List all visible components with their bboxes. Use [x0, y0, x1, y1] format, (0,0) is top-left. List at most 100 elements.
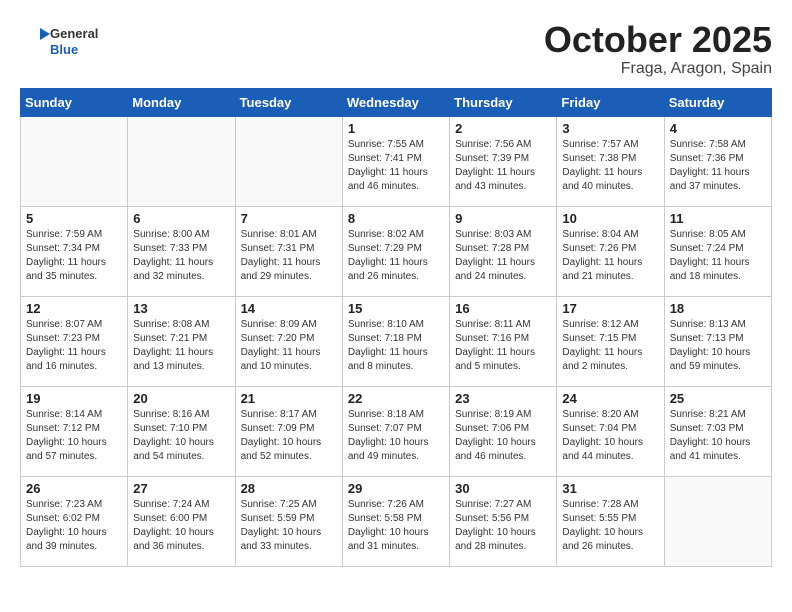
- calendar-table: SundayMondayTuesdayWednesdayThursdayFrid…: [20, 88, 772, 567]
- day-info: Sunrise: 7:59 AM Sunset: 7:34 PM Dayligh…: [26, 228, 122, 284]
- day-number: 17: [562, 301, 658, 316]
- day-number: 12: [26, 301, 122, 316]
- weekday-header: Friday: [557, 88, 664, 116]
- day-info: Sunrise: 7:23 AM Sunset: 6:02 PM Dayligh…: [26, 498, 122, 554]
- day-number: 23: [455, 391, 551, 406]
- calendar-week-row: 5Sunrise: 7:59 AM Sunset: 7:34 PM Daylig…: [21, 206, 772, 296]
- calendar-cell: 10 Sunrise: 8:04 AM Sunset: 7:26 PM Dayli…: [557, 206, 664, 296]
- day-info: Sunrise: 8:11 AM Sunset: 7:16 PM Dayligh…: [455, 318, 551, 374]
- title-block: October 2025 Fraga, Aragon, Spain: [544, 20, 772, 78]
- day-number: 30: [455, 481, 551, 496]
- day-number: 22: [348, 391, 444, 406]
- day-info: Sunrise: 8:03 AM Sunset: 7:28 PM Dayligh…: [455, 228, 551, 284]
- day-info: Sunrise: 8:21 AM Sunset: 7:03 PM Dayligh…: [670, 408, 766, 464]
- day-info: Sunrise: 8:19 AM Sunset: 7:06 PM Dayligh…: [455, 408, 551, 464]
- day-info: Sunrise: 8:12 AM Sunset: 7:15 PM Dayligh…: [562, 318, 658, 374]
- calendar-cell: 24 Sunrise: 8:20 AM Sunset: 7:04 PM Dayli…: [557, 386, 664, 476]
- day-info: Sunrise: 8:10 AM Sunset: 7:18 PM Dayligh…: [348, 318, 444, 374]
- calendar-week-row: 12 Sunrise: 8:07 AM Sunset: 7:23 PM Dayli…: [21, 296, 772, 386]
- calendar-cell: 27 Sunrise: 7:24 AM Sunset: 6:00 PM Dayli…: [128, 476, 235, 566]
- day-number: 10: [562, 211, 658, 226]
- day-number: 1: [348, 121, 444, 136]
- calendar-cell: 2 Sunrise: 7:56 AM Sunset: 7:39 PM Daylig…: [450, 116, 557, 206]
- day-info: Sunrise: 8:01 AM Sunset: 7:31 PM Dayligh…: [241, 228, 337, 284]
- calendar-cell: 29 Sunrise: 7:26 AM Sunset: 5:58 PM Dayli…: [342, 476, 449, 566]
- weekday-header: Wednesday: [342, 88, 449, 116]
- calendar-week-row: 1 Sunrise: 7:55 AM Sunset: 7:41 PM Daylig…: [21, 116, 772, 206]
- weekday-header: Tuesday: [235, 88, 342, 116]
- day-info: Sunrise: 8:17 AM Sunset: 7:09 PM Dayligh…: [241, 408, 337, 464]
- day-number: 8: [348, 211, 444, 226]
- day-number: 15: [348, 301, 444, 316]
- day-number: 31: [562, 481, 658, 496]
- calendar-cell: 18Sunrise: 8:13 AM Sunset: 7:13 PM Dayli…: [664, 296, 771, 386]
- day-info: Sunrise: 8:07 AM Sunset: 7:23 PM Dayligh…: [26, 318, 122, 374]
- calendar-cell: 19 Sunrise: 8:14 AM Sunset: 7:12 PM Dayli…: [21, 386, 128, 476]
- day-info: Sunrise: 7:25 AM Sunset: 5:59 PM Dayligh…: [241, 498, 337, 554]
- calendar-cell: 6 Sunrise: 8:00 AM Sunset: 7:33 PM Daylig…: [128, 206, 235, 296]
- day-number: 24: [562, 391, 658, 406]
- day-info: Sunrise: 7:28 AM Sunset: 5:55 PM Dayligh…: [562, 498, 658, 554]
- calendar-cell: 3 Sunrise: 7:57 AM Sunset: 7:38 PM Daylig…: [557, 116, 664, 206]
- calendar-cell: 1 Sunrise: 7:55 AM Sunset: 7:41 PM Daylig…: [342, 116, 449, 206]
- day-number: 9: [455, 211, 551, 226]
- calendar-cell: 25Sunrise: 8:21 AM Sunset: 7:03 PM Dayli…: [664, 386, 771, 476]
- svg-text:Blue: Blue: [50, 42, 78, 57]
- day-info: Sunrise: 7:56 AM Sunset: 7:39 PM Dayligh…: [455, 138, 551, 194]
- calendar-cell: 12 Sunrise: 8:07 AM Sunset: 7:23 PM Dayli…: [21, 296, 128, 386]
- day-info: Sunrise: 7:57 AM Sunset: 7:38 PM Dayligh…: [562, 138, 658, 194]
- calendar-cell: 20 Sunrise: 8:16 AM Sunset: 7:10 PM Dayli…: [128, 386, 235, 476]
- page-header: GeneralBlue October 2025 Fraga, Aragon, …: [20, 20, 772, 78]
- day-info: Sunrise: 8:16 AM Sunset: 7:10 PM Dayligh…: [133, 408, 229, 464]
- day-info: Sunrise: 8:08 AM Sunset: 7:21 PM Dayligh…: [133, 318, 229, 374]
- calendar-cell: 13 Sunrise: 8:08 AM Sunset: 7:21 PM Dayli…: [128, 296, 235, 386]
- calendar-week-row: 19 Sunrise: 8:14 AM Sunset: 7:12 PM Dayli…: [21, 386, 772, 476]
- logo: GeneralBlue: [20, 20, 110, 60]
- day-info: Sunrise: 8:18 AM Sunset: 7:07 PM Dayligh…: [348, 408, 444, 464]
- calendar-cell: [664, 476, 771, 566]
- day-info: Sunrise: 7:26 AM Sunset: 5:58 PM Dayligh…: [348, 498, 444, 554]
- day-number: 14: [241, 301, 337, 316]
- day-info: Sunrise: 8:02 AM Sunset: 7:29 PM Dayligh…: [348, 228, 444, 284]
- day-number: 2: [455, 121, 551, 136]
- weekday-header: Sunday: [21, 88, 128, 116]
- day-info: Sunrise: 8:05 AM Sunset: 7:24 PM Dayligh…: [670, 228, 766, 284]
- day-number: 3: [562, 121, 658, 136]
- day-info: Sunrise: 7:58 AM Sunset: 7:36 PM Dayligh…: [670, 138, 766, 194]
- weekday-header-row: SundayMondayTuesdayWednesdayThursdayFrid…: [21, 88, 772, 116]
- calendar-cell: 8 Sunrise: 8:02 AM Sunset: 7:29 PM Daylig…: [342, 206, 449, 296]
- day-number: 6: [133, 211, 229, 226]
- day-number: 4: [670, 121, 766, 136]
- day-number: 28: [241, 481, 337, 496]
- day-number: 27: [133, 481, 229, 496]
- calendar-cell: 16 Sunrise: 8:11 AM Sunset: 7:16 PM Dayli…: [450, 296, 557, 386]
- day-info: Sunrise: 8:00 AM Sunset: 7:33 PM Dayligh…: [133, 228, 229, 284]
- day-info: Sunrise: 7:55 AM Sunset: 7:41 PM Dayligh…: [348, 138, 444, 194]
- day-number: 16: [455, 301, 551, 316]
- day-number: 21: [241, 391, 337, 406]
- day-number: 18: [670, 301, 766, 316]
- calendar-cell: 11 Sunrise: 8:05 AM Sunset: 7:24 PM Dayli…: [664, 206, 771, 296]
- day-info: Sunrise: 8:20 AM Sunset: 7:04 PM Dayligh…: [562, 408, 658, 464]
- day-number: 20: [133, 391, 229, 406]
- day-number: 13: [133, 301, 229, 316]
- calendar-cell: 9 Sunrise: 8:03 AM Sunset: 7:28 PM Daylig…: [450, 206, 557, 296]
- day-info: Sunrise: 8:09 AM Sunset: 7:20 PM Dayligh…: [241, 318, 337, 374]
- day-info: Sunrise: 8:04 AM Sunset: 7:26 PM Dayligh…: [562, 228, 658, 284]
- day-info: Sunrise: 7:24 AM Sunset: 6:00 PM Dayligh…: [133, 498, 229, 554]
- day-number: 19: [26, 391, 122, 406]
- location-title: Fraga, Aragon, Spain: [544, 60, 772, 78]
- calendar-cell: [21, 116, 128, 206]
- calendar-cell: 26 Sunrise: 7:23 AM Sunset: 6:02 PM Dayli…: [21, 476, 128, 566]
- day-info: Sunrise: 8:14 AM Sunset: 7:12 PM Dayligh…: [26, 408, 122, 464]
- weekday-header: Thursday: [450, 88, 557, 116]
- calendar-cell: 14 Sunrise: 8:09 AM Sunset: 7:20 PM Dayli…: [235, 296, 342, 386]
- calendar-cell: 21 Sunrise: 8:17 AM Sunset: 7:09 PM Dayli…: [235, 386, 342, 476]
- day-number: 11: [670, 211, 766, 226]
- day-number: 26: [26, 481, 122, 496]
- weekday-header: Monday: [128, 88, 235, 116]
- calendar-cell: 5Sunrise: 7:59 AM Sunset: 7:34 PM Daylig…: [21, 206, 128, 296]
- calendar-cell: [235, 116, 342, 206]
- day-number: 29: [348, 481, 444, 496]
- calendar-week-row: 26 Sunrise: 7:23 AM Sunset: 6:02 PM Dayli…: [21, 476, 772, 566]
